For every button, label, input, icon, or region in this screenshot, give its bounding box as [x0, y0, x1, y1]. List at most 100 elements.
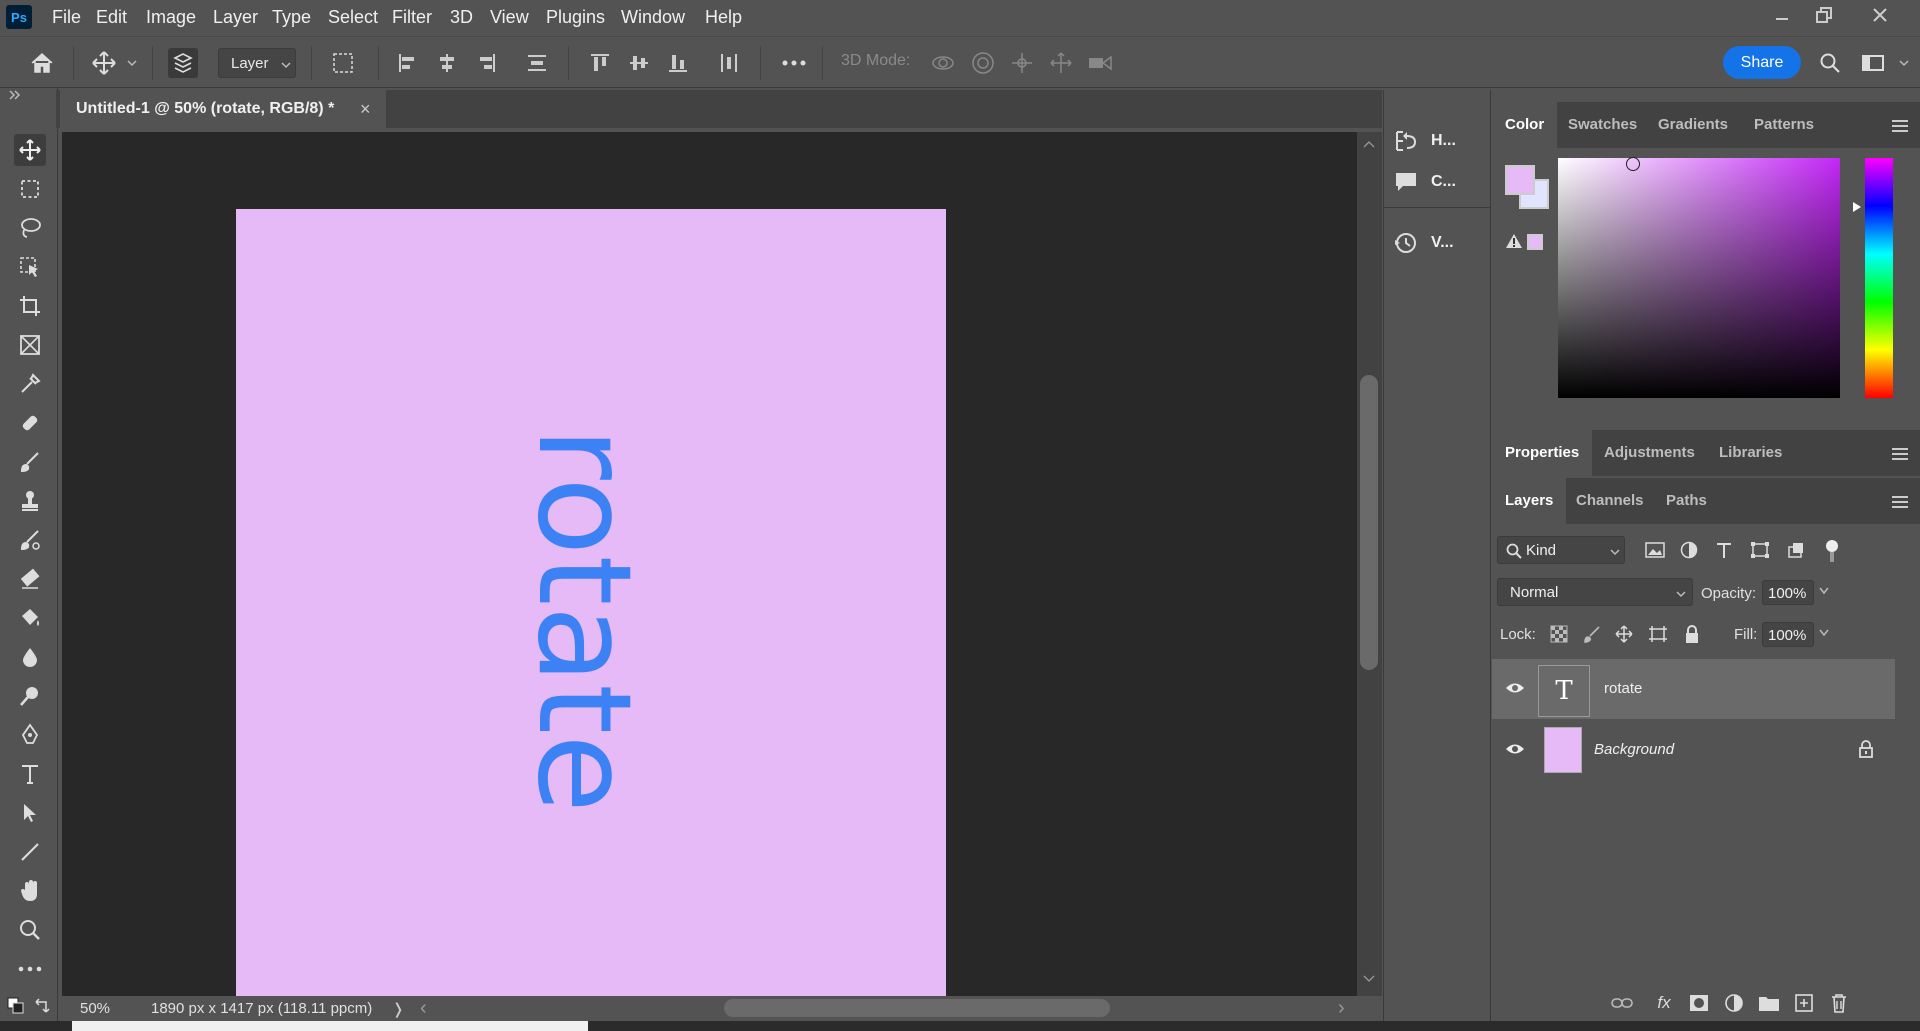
tab-color[interactable]: Color — [1492, 102, 1558, 148]
lock-image-pixels-icon[interactable] — [1583, 625, 1601, 643]
opacity-input[interactable]: 100% — [1762, 580, 1814, 605]
filter-smart-object-icon[interactable] — [1787, 541, 1805, 559]
align-center-icon[interactable] — [432, 48, 462, 78]
foreground-color-swatch[interactable] — [1505, 165, 1535, 195]
menu-image[interactable]: Image — [146, 0, 196, 35]
dodge-tool-icon[interactable] — [14, 680, 46, 712]
pen-tool-icon[interactable] — [14, 719, 46, 751]
menu-filter[interactable]: Filter — [392, 0, 432, 35]
history-panel-button[interactable]: H... — [1393, 124, 1456, 158]
new-group-icon[interactable] — [1758, 992, 1780, 1014]
version-history-panel-button[interactable]: V... — [1393, 226, 1454, 260]
tab-channels[interactable]: Channels — [1576, 478, 1644, 524]
history-brush-tool-icon[interactable] — [14, 524, 46, 556]
menu-select[interactable]: Select — [328, 0, 378, 35]
clone-stamp-tool-icon[interactable] — [14, 485, 46, 517]
healing-brush-tool-icon[interactable] — [14, 407, 46, 439]
layers-panel-menu-icon[interactable] — [1892, 496, 1908, 508]
menu-layer[interactable]: Layer — [213, 0, 258, 35]
scroll-right-icon[interactable]: › — [1338, 997, 1345, 1020]
auto-select-icon[interactable] — [168, 48, 198, 78]
fill-chevron-icon[interactable] — [1818, 628, 1830, 638]
document-tab[interactable]: Untitled-1 @ 50% (rotate, RGB/8) * × — [60, 90, 386, 128]
filter-shape-icon[interactable] — [1750, 541, 1770, 559]
close-window-icon[interactable] — [1860, 0, 1900, 30]
frame-tool-icon[interactable] — [14, 329, 46, 361]
default-colors-icon[interactable] — [6, 996, 26, 1016]
align-top-icon[interactable] — [585, 48, 615, 78]
blend-mode-dropdown[interactable]: Normal — [1497, 578, 1693, 606]
distribute-horizontal-icon[interactable] — [522, 48, 552, 78]
object-selection-tool-icon[interactable] — [14, 251, 46, 283]
filter-toggle-icon[interactable] — [1826, 540, 1838, 552]
tab-libraries[interactable]: Libraries — [1719, 430, 1782, 476]
tab-patterns[interactable]: Patterns — [1754, 102, 1814, 148]
marquee-tool-icon[interactable] — [14, 173, 46, 205]
new-adjustment-layer-icon[interactable] — [1723, 992, 1745, 1014]
lock-all-icon[interactable] — [1683, 624, 1701, 644]
hue-slider-marker[interactable] — [1852, 201, 1862, 213]
paint-bucket-tool-icon[interactable] — [14, 602, 46, 634]
tab-swatches[interactable]: Swatches — [1568, 102, 1637, 148]
minimize-icon[interactable] — [1762, 0, 1802, 30]
move-tool-preset-icon[interactable] — [89, 48, 119, 78]
lock-position-icon[interactable] — [1615, 625, 1633, 643]
menu-window[interactable]: Window — [621, 0, 685, 35]
3d-roll-icon[interactable] — [968, 48, 998, 78]
layer-visibility-eye-icon[interactable] — [1505, 742, 1525, 756]
scroll-down-icon[interactable] — [1363, 975, 1375, 983]
color-panel-menu-icon[interactable] — [1892, 120, 1908, 132]
brush-tool-icon[interactable] — [14, 446, 46, 478]
workspace-icon[interactable] — [1858, 48, 1888, 78]
search-icon[interactable] — [1815, 48, 1845, 78]
filter-pixel-icon[interactable] — [1645, 541, 1665, 559]
zoom-level[interactable]: 50% — [80, 1000, 110, 1017]
tab-adjustments[interactable]: Adjustments — [1604, 430, 1695, 476]
filter-adjustment-icon[interactable] — [1680, 541, 1698, 559]
layer-row-background[interactable]: Background — [1492, 720, 1895, 780]
comments-panel-button[interactable]: C... — [1393, 165, 1456, 199]
new-layer-icon[interactable] — [1793, 992, 1815, 1014]
delete-layer-icon[interactable] — [1828, 992, 1850, 1014]
menu-help[interactable]: Help — [705, 0, 742, 35]
align-left-icon[interactable] — [393, 48, 423, 78]
lock-artboard-icon[interactable] — [1648, 625, 1668, 643]
filter-type-icon[interactable] — [1715, 541, 1733, 559]
menu-3d[interactable]: 3D — [450, 0, 473, 35]
menu-edit[interactable]: Edit — [96, 0, 127, 35]
horizontal-scroll-thumb[interactable] — [724, 999, 1110, 1017]
lasso-tool-icon[interactable] — [14, 212, 46, 244]
layer-name[interactable]: Background — [1594, 741, 1674, 758]
edit-toolbar-icon[interactable] — [14, 953, 46, 985]
type-tool-icon[interactable] — [14, 758, 46, 790]
layer-row-rotate[interactable]: T rotate — [1492, 659, 1895, 719]
vertical-scroll-thumb[interactable] — [1360, 375, 1378, 670]
eraser-tool-icon[interactable] — [14, 563, 46, 595]
layer-effects-icon[interactable]: fx — [1653, 992, 1675, 1014]
zoom-tool-icon[interactable] — [14, 914, 46, 946]
menu-file[interactable]: File — [52, 0, 81, 35]
3d-orbit-icon[interactable] — [928, 48, 958, 78]
layer-filter-dropdown[interactable]: Kind — [1497, 536, 1625, 564]
restore-icon[interactable] — [1804, 0, 1844, 30]
web-safe-color-swatch[interactable] — [1527, 234, 1543, 250]
tab-gradients[interactable]: Gradients — [1658, 102, 1728, 148]
expand-toolbar-icon[interactable] — [8, 90, 22, 100]
menu-plugins[interactable]: Plugins — [546, 0, 605, 35]
swap-colors-icon[interactable] — [32, 996, 52, 1016]
canvas-text-layer[interactable]: rotate — [509, 427, 658, 813]
status-menu-arrow[interactable]: ❭ — [392, 1000, 405, 1018]
link-layers-icon[interactable] — [1611, 992, 1633, 1014]
fill-input[interactable]: 100% — [1762, 622, 1814, 647]
3d-camera-icon[interactable] — [1085, 48, 1115, 78]
move-tool-icon[interactable] — [14, 134, 46, 166]
more-options-icon[interactable] — [779, 48, 809, 78]
color-picker-field[interactable] — [1558, 158, 1840, 398]
auto-select-target-dropdown[interactable]: Layer — [218, 48, 296, 78]
menu-view[interactable]: View — [490, 0, 529, 35]
hand-tool-icon[interactable] — [14, 875, 46, 907]
path-selection-tool-icon[interactable] — [14, 797, 46, 829]
scroll-left-icon[interactable]: ‹ — [420, 997, 427, 1020]
layer-visibility-eye-icon[interactable] — [1505, 681, 1525, 695]
eyedropper-tool-icon[interactable] — [14, 368, 46, 400]
